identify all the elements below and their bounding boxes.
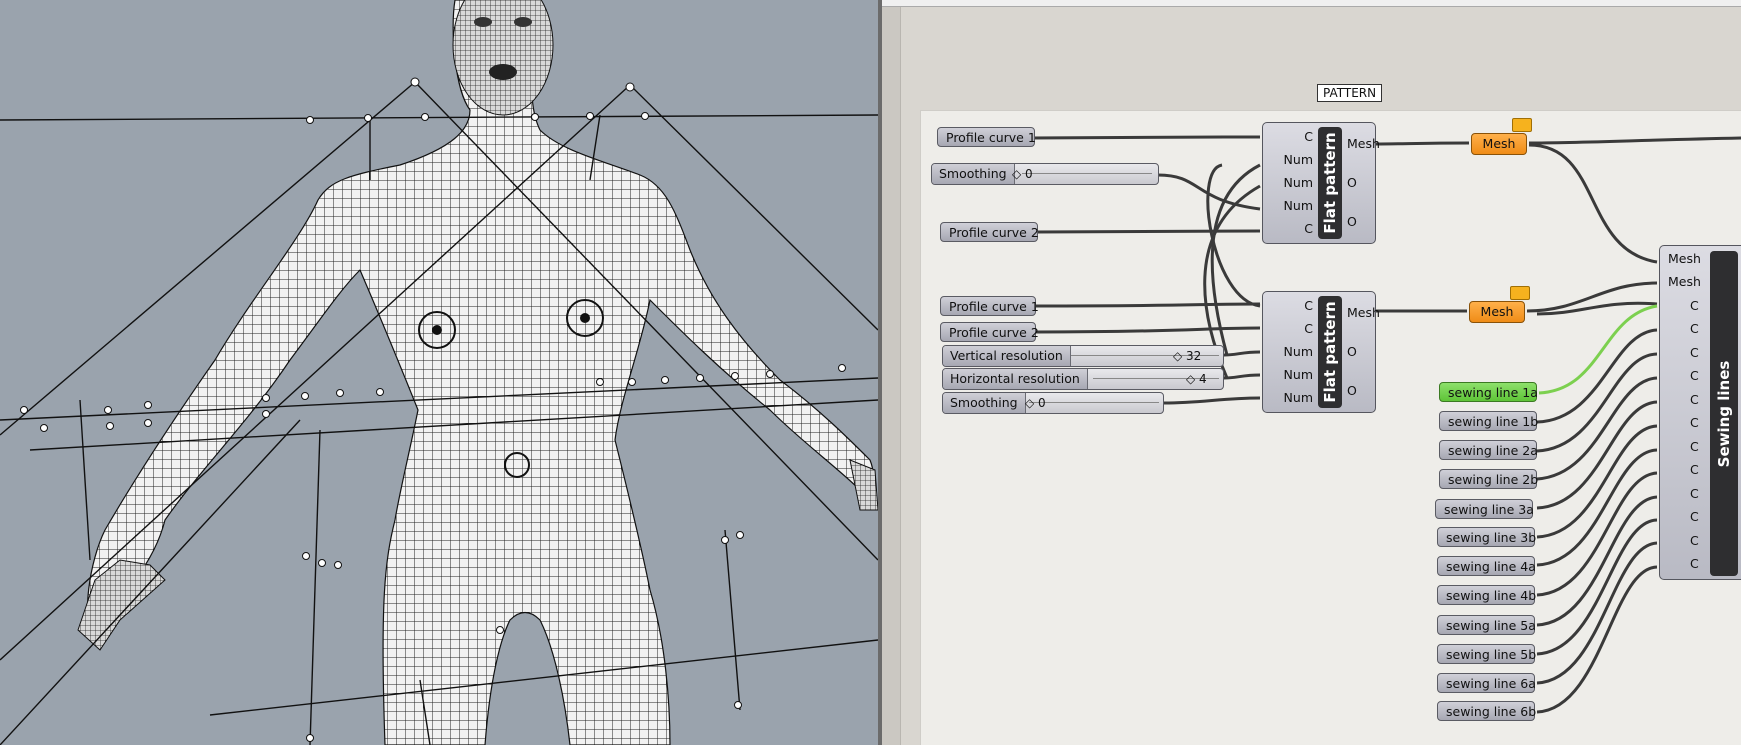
rhino-viewport[interactable] (0, 0, 878, 745)
input-mesh[interactable]: Mesh (1668, 274, 1701, 289)
input-c[interactable]: C (1690, 462, 1699, 477)
slider-track (1029, 402, 1159, 403)
sewing-line-param[interactable]: sewing line 4a (1437, 556, 1536, 576)
slider-track (1022, 173, 1152, 174)
horizontal-resolution-slider[interactable]: Horizontal resolution ◇ 4 (942, 368, 1224, 390)
slider-value: ◇ 0 (1025, 396, 1046, 410)
wire (1035, 302, 1261, 308)
sewing-line-param-selected[interactable]: sewing line 1a (1439, 382, 1538, 402)
slider-value: ◇ 4 (1186, 372, 1207, 386)
input-c[interactable]: C (1690, 439, 1699, 454)
message-bubble-icon[interactable] (1512, 118, 1532, 132)
sewing-line-param[interactable]: sewing line 3a (1435, 499, 1534, 519)
output-o[interactable]: O (1347, 214, 1357, 229)
output-o[interactable]: O (1347, 175, 1357, 190)
component-name: Sewing lines (1710, 251, 1738, 576)
flat-pattern-component-2[interactable]: C C Num Num Num Flat pattern Mesh O O (1262, 291, 1380, 413)
input-c[interactable]: C (1690, 533, 1699, 548)
sewing-line-param[interactable]: sewing line 6a (1437, 673, 1536, 693)
sewing-line-param[interactable]: sewing line 3b (1437, 527, 1536, 547)
profile-curve-1-param-bottom[interactable]: Profile curve 1 (940, 296, 1039, 316)
slider-label: Vertical resolution (943, 346, 1071, 366)
sewing-line-param[interactable]: sewing line 2a (1439, 440, 1538, 460)
wire-selected (1538, 304, 1658, 395)
output-mesh[interactable]: Mesh (1347, 305, 1380, 320)
slider-value: ◇ 32 (1173, 349, 1202, 363)
wire (1029, 135, 1261, 140)
message-bubble-icon[interactable] (1510, 286, 1530, 300)
wire (1536, 541, 1658, 685)
input-c[interactable]: C (1690, 298, 1699, 313)
sewing-line-param[interactable]: sewing line 1b (1439, 411, 1538, 431)
wires (1029, 135, 1741, 714)
wire (1375, 141, 1470, 146)
slider-label: Smoothing (932, 164, 1015, 184)
input-num[interactable]: Num (1284, 344, 1313, 359)
input-mesh[interactable]: Mesh (1668, 251, 1701, 266)
input-num[interactable]: Num (1284, 367, 1313, 382)
smoothing-slider-top[interactable]: Smoothing ◇ 0 (931, 163, 1159, 185)
input-c[interactable]: C (1304, 321, 1313, 336)
grasshopper-canvas[interactable]: PATTERN Profile curve 1 Smoothing ◇ 0 Pr… (882, 0, 1741, 745)
sewing-line-param[interactable]: sewing line 4b (1437, 585, 1536, 605)
mesh-param-top[interactable]: Mesh (1471, 133, 1527, 155)
input-c[interactable]: C (1690, 392, 1699, 407)
input-num[interactable]: Num (1284, 198, 1313, 213)
input-c[interactable]: C (1690, 368, 1699, 383)
input-c[interactable]: C (1304, 221, 1313, 236)
wire (1528, 136, 1741, 145)
component-name: Flat pattern (1318, 127, 1342, 239)
input-c[interactable]: C (1690, 556, 1699, 571)
output-o[interactable]: O (1347, 383, 1357, 398)
input-num[interactable]: Num (1284, 175, 1313, 190)
input-num[interactable]: Num (1284, 390, 1313, 405)
output-mesh[interactable]: Mesh (1347, 136, 1380, 151)
input-c[interactable]: C (1690, 321, 1699, 336)
input-c[interactable]: C (1304, 298, 1313, 313)
wire (1536, 565, 1658, 714)
slider-label: Smoothing (943, 393, 1026, 413)
wire (1163, 396, 1261, 405)
input-c[interactable]: C (1304, 129, 1313, 144)
flat-pattern-component-1[interactable]: C Num Num Num C Flat pattern Mesh O O (1262, 122, 1380, 244)
slider-value: ◇ 0 (1012, 167, 1033, 181)
profile-curve-2-param-bottom[interactable]: Profile curve 2 (940, 322, 1039, 342)
sewing-line-param[interactable]: sewing line 5b (1437, 644, 1536, 664)
vertical-resolution-slider[interactable]: Vertical resolution ◇ 32 (942, 345, 1224, 367)
profile-curve-1-param-top[interactable]: Profile curve 1 (937, 127, 1036, 147)
wire (1035, 326, 1261, 334)
sewing-lines-component[interactable]: Mesh Mesh C C C C C C C C C C C C Sewing… (1659, 245, 1741, 580)
wire (1528, 143, 1658, 264)
input-c[interactable]: C (1690, 415, 1699, 430)
sewing-line-param[interactable]: sewing line 2b (1439, 469, 1538, 489)
wire (1536, 518, 1658, 656)
input-c[interactable]: C (1690, 509, 1699, 524)
wire (1035, 229, 1261, 234)
sewing-line-param[interactable]: sewing line 5a (1437, 615, 1536, 635)
sewing-line-param[interactable]: sewing line 6b (1437, 701, 1536, 721)
smoothing-slider-bottom[interactable]: Smoothing ◇ 0 (942, 392, 1164, 414)
input-c[interactable]: C (1690, 345, 1699, 360)
mesh-param-bottom[interactable]: Mesh (1469, 301, 1525, 323)
wire (1223, 350, 1261, 357)
component-name: Flat pattern (1318, 296, 1342, 408)
slider-label: Horizontal resolution (943, 369, 1088, 389)
input-num[interactable]: Num (1284, 152, 1313, 167)
profile-curve-2-param-top[interactable]: Profile curve 2 (940, 222, 1039, 242)
wireframe-body-model (0, 0, 878, 745)
wire (1223, 373, 1261, 380)
input-c[interactable]: C (1690, 486, 1699, 501)
output-o[interactable]: O (1347, 344, 1357, 359)
